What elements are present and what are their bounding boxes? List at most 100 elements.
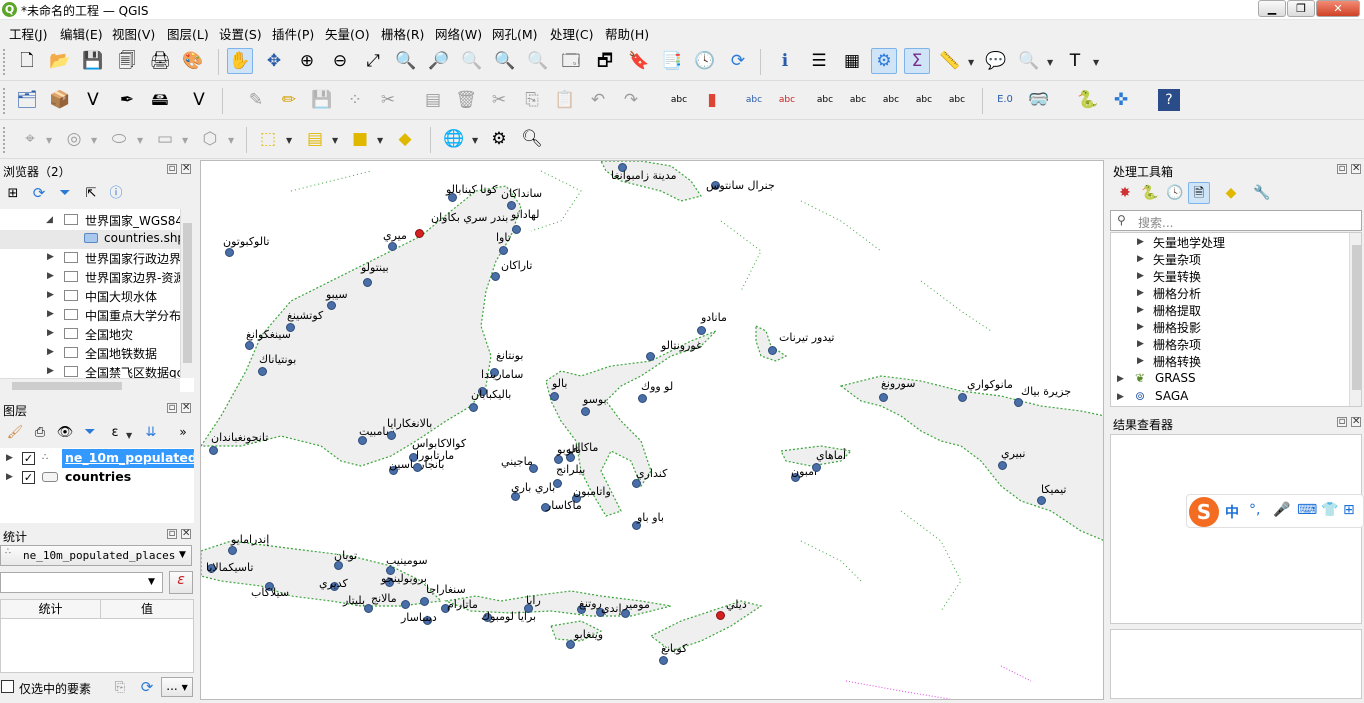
chevron-down-icon[interactable]: ▼: [286, 136, 292, 145]
new-project-icon[interactable]: 🗋: [14, 48, 40, 74]
toolbar-grip[interactable]: [3, 127, 7, 153]
tree-item[interactable]: ▶ 世界国家边界-资源: [0, 268, 180, 287]
chevron-down-icon[interactable]: ▼: [1047, 58, 1053, 67]
filter-legend-icon[interactable]: ⏷: [79, 421, 101, 443]
chevron-right-icon[interactable]: ▶: [47, 366, 54, 376]
delete-selected-icon[interactable]: 🗑: [453, 87, 479, 113]
python-scripts-icon[interactable]: 🐍: [1139, 182, 1161, 204]
select-by-location-icon[interactable]: ◆: [392, 126, 418, 152]
attribute-table-icon[interactable]: ☰: [806, 48, 832, 74]
close-panel-icon[interactable]: ✕: [1351, 417, 1361, 427]
close-panel-icon[interactable]: ✕: [181, 529, 191, 539]
place-marker[interactable]: [632, 479, 641, 488]
ime-punctuation-icon[interactable]: °,: [1249, 502, 1260, 518]
scrollbar-thumb[interactable]: [12, 382, 122, 390]
chevron-right-icon[interactable]: ▶: [1137, 356, 1144, 366]
python-console-icon[interactable]: 🐍: [1075, 87, 1101, 113]
scrollbar-thumb[interactable]: [1352, 245, 1361, 390]
browser-horizontal-scrollbar[interactable]: [0, 378, 180, 392]
refresh-icon[interactable]: ⟳: [725, 48, 751, 74]
help-icon[interactable]: ?: [1158, 89, 1180, 111]
zoom-next-icon[interactable]: 🔍: [525, 48, 551, 74]
collapse-all-icon[interactable]: ⇱: [80, 182, 102, 204]
show-bookmarks-icon[interactable]: 📑: [659, 48, 685, 74]
place-marker[interactable]: [364, 604, 373, 613]
place-marker[interactable]: [327, 301, 336, 310]
chevron-down-icon[interactable]: ▼: [179, 550, 186, 560]
layer-visibility-checkbox[interactable]: ✓: [22, 452, 35, 465]
menu-vector[interactable]: 矢量(O): [325, 24, 370, 43]
place-marker[interactable]: [638, 394, 647, 403]
chevron-right-icon[interactable]: ▶: [1137, 305, 1144, 315]
place-marker[interactable]: [420, 597, 429, 606]
paste-features-icon[interactable]: 📋: [552, 87, 578, 113]
place-marker[interactable]: [550, 392, 559, 401]
column-header-value[interactable]: 值: [101, 600, 193, 619]
ime-microphone-icon[interactable]: 🎤: [1273, 502, 1290, 518]
results-viewer-icon[interactable]: 🗎: [1188, 182, 1210, 204]
chevron-right-icon[interactable]: ▶: [1137, 322, 1144, 332]
style-manager-icon[interactable]: 🎨: [180, 48, 206, 74]
pan-to-selection-icon[interactable]: ✥: [261, 48, 287, 74]
ime-toolbox-icon[interactable]: ⊞: [1343, 502, 1355, 518]
menu-processing[interactable]: 处理(C): [550, 24, 593, 43]
print-layout-icon[interactable]: 🖨: [147, 48, 173, 74]
menu-help[interactable]: 帮助(H): [605, 24, 649, 43]
locator-icon[interactable]: 🔍: [1016, 48, 1042, 74]
place-marker[interactable]: [469, 403, 478, 412]
close-panel-icon[interactable]: ✕: [181, 164, 191, 174]
float-panel-icon[interactable]: ▫: [167, 403, 177, 413]
chevron-down-icon[interactable]: ▼: [968, 58, 974, 67]
place-marker[interactable]: [209, 446, 218, 455]
ellipse-tool-icon[interactable]: ⬭: [106, 126, 132, 152]
zoom-out-icon[interactable]: ⊖: [327, 48, 353, 74]
place-marker[interactable]: [245, 341, 254, 350]
place-marker[interactable]: [879, 393, 888, 402]
place-marker[interactable]: [388, 242, 397, 251]
menu-raster[interactable]: 栅格(R): [381, 24, 424, 43]
more-options-button[interactable]: ... ▼: [161, 677, 193, 697]
zoom-native-icon[interactable]: 🔍: [459, 48, 485, 74]
chevron-down-icon[interactable]: ▼: [91, 136, 97, 145]
place-marker[interactable]: [659, 656, 668, 665]
expand-all-icon[interactable]: ⇊: [140, 421, 162, 443]
processing-toolbox-icon[interactable]: ⚙: [871, 48, 897, 74]
toggle-editing-icon[interactable]: ✏: [276, 87, 302, 113]
chevron-down-icon[interactable]: ▼: [472, 136, 478, 145]
toolbar-grip[interactable]: [3, 49, 7, 75]
float-panel-icon[interactable]: ▫: [1337, 164, 1347, 174]
copy-features-icon[interactable]: ⎘: [519, 87, 545, 113]
place-marker[interactable]: [566, 640, 575, 649]
refresh-icon[interactable]: ⟳: [28, 182, 50, 204]
chevron-down-icon[interactable]: ▼: [148, 577, 155, 587]
rectangle-tool-icon[interactable]: ▭: [152, 126, 178, 152]
search-icon[interactable]: 🔍︎: [519, 126, 545, 152]
add-group-icon[interactable]: ⎙: [29, 421, 51, 443]
chevron-right-icon[interactable]: ▶: [47, 290, 54, 300]
chevron-right-icon[interactable]: ▶: [47, 328, 54, 338]
sogou-logo-icon[interactable]: S: [1189, 497, 1219, 527]
tree-item[interactable]: ▶ 世界国家行政边界: [0, 249, 180, 268]
selected-only-checkbox[interactable]: [1, 680, 14, 693]
float-panel-icon[interactable]: ▫: [1337, 417, 1347, 427]
chevron-right-icon[interactable]: ▶: [6, 472, 13, 482]
rotate-label-icon[interactable]: abc: [878, 87, 904, 113]
new-layer-icon[interactable]: 📦: [47, 87, 73, 113]
chevron-right-icon[interactable]: ▶: [1117, 374, 1124, 384]
options-wrench-icon[interactable]: 🔧: [1251, 182, 1273, 204]
coordinate-capture-icon[interactable]: E.0: [992, 87, 1018, 113]
place-marker[interactable]: [958, 393, 967, 402]
layer-row-countries[interactable]: ▶ ✓ countries: [0, 468, 194, 487]
info-icon[interactable]: ⓘ: [105, 182, 127, 204]
place-marker[interactable]: [363, 278, 372, 287]
new-3d-view-icon[interactable]: 🗗: [592, 48, 618, 74]
toolbox-vertical-scrollbar[interactable]: [1349, 233, 1361, 406]
more-tools-icon[interactable]: »: [172, 421, 194, 443]
chevron-right-icon[interactable]: ▶: [47, 271, 54, 281]
select-features-icon[interactable]: ⬚: [255, 126, 281, 152]
place-marker[interactable]: [413, 463, 422, 472]
chevron-down-icon[interactable]: ▼: [228, 136, 234, 145]
place-marker[interactable]: [768, 346, 777, 355]
layer-styling-icon[interactable]: 🖌: [4, 421, 26, 443]
tree-item-selected[interactable]: countries.shp: [0, 230, 180, 249]
